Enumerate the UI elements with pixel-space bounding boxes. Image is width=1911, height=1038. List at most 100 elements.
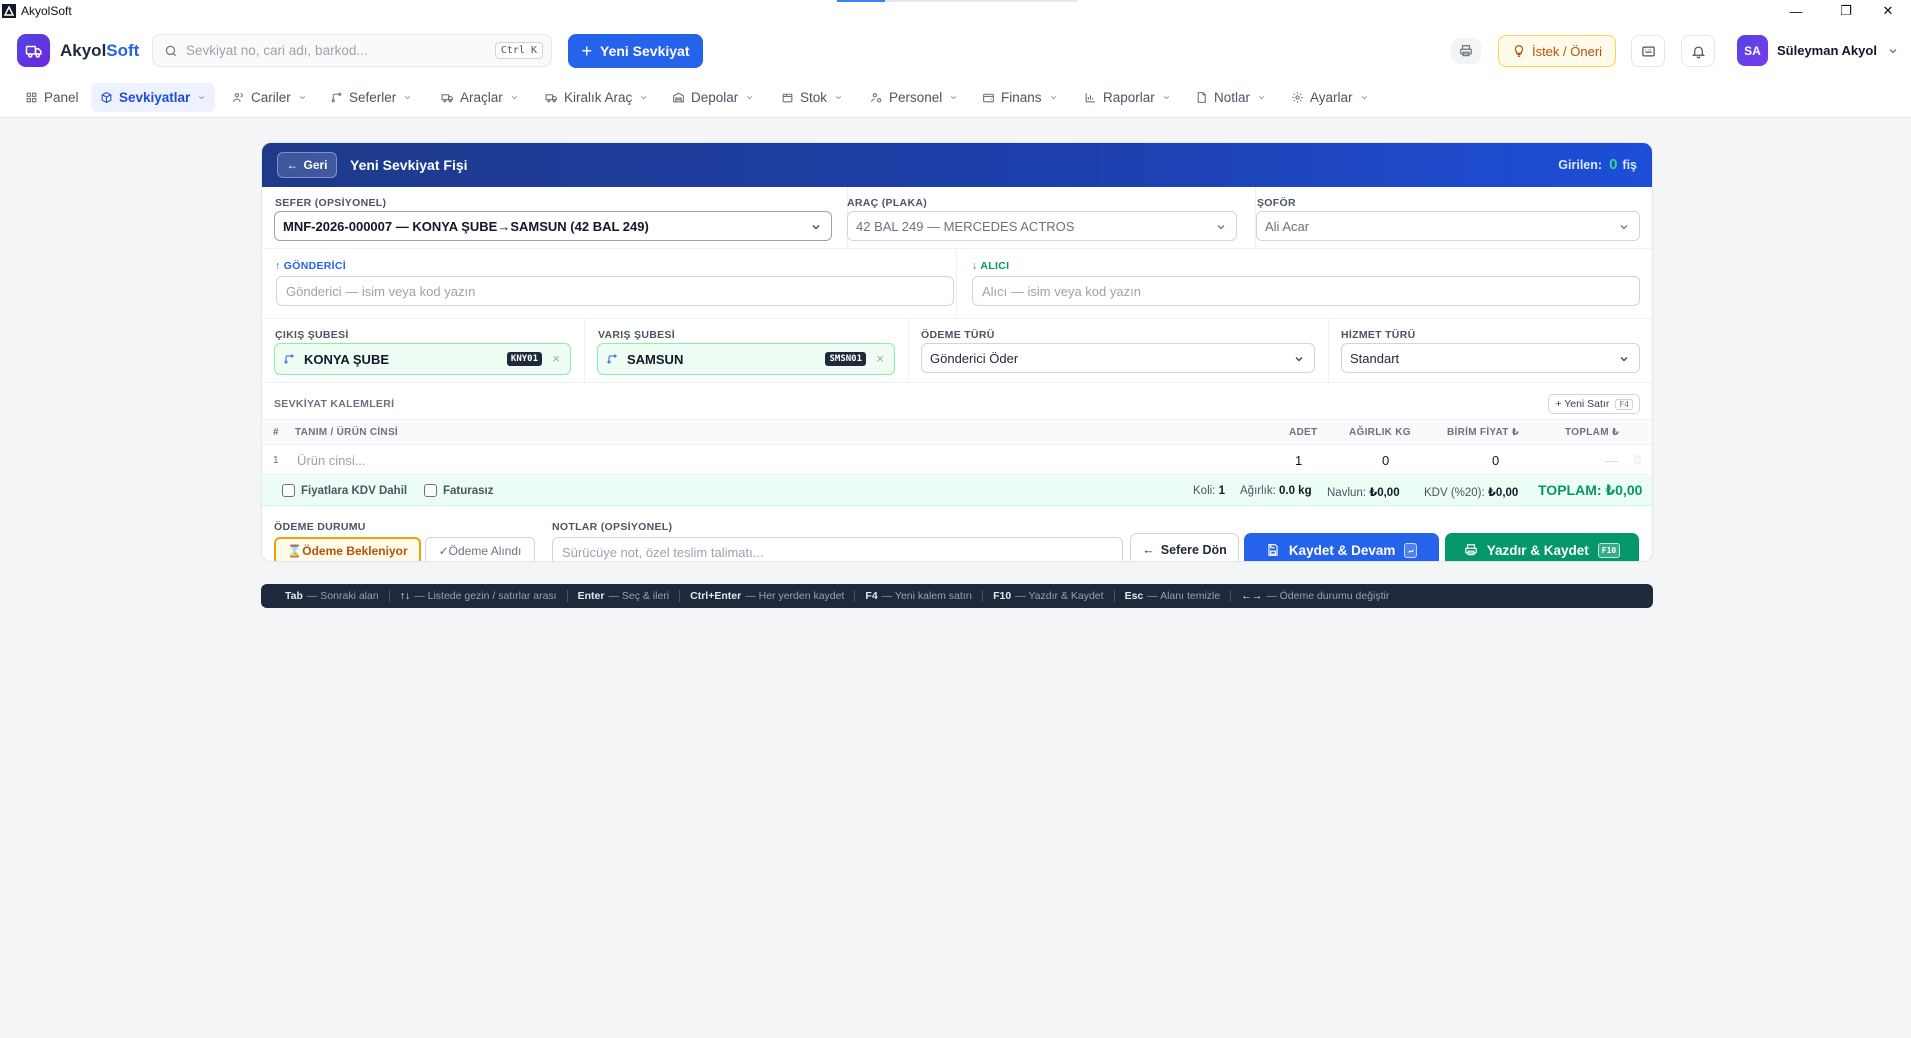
nav-item-label: Personel — [889, 90, 943, 105]
col-desc: TANIM / ÜRÜN CİNSİ — [295, 427, 398, 438]
total-weight: Ağırlık: 0.0 kg — [1240, 485, 1312, 497]
user-name: Süleyman Akyol — [1777, 43, 1877, 58]
dest-branch-field[interactable]: SAMSUN SMSN01 × — [597, 343, 895, 375]
trash-icon[interactable] — [1632, 454, 1643, 465]
notes-input[interactable]: Sürücüye not, özel teslim talimatı... — [552, 537, 1123, 561]
col-total: TOPLAM ₺ — [1565, 427, 1620, 438]
shortcut-hint: Tab — Sonraki alan — [285, 590, 400, 602]
clear-origin-icon[interactable]: × — [552, 351, 560, 366]
nav-item-raporlar[interactable]: Raporlar — [1075, 83, 1180, 112]
search-placeholder: Sevkiyat no, cari adı, barkod... — [186, 43, 368, 58]
grand-total: TOPLAM: ₺0,00 — [1538, 482, 1643, 498]
add-row-button[interactable]: + Yeni Satır F4 — [1548, 394, 1640, 414]
payment-type-select[interactable]: Gönderici Öder — [921, 343, 1315, 373]
package-icon — [782, 93, 793, 103]
nav-item-kiralık-araç[interactable]: Kiralık Araç — [536, 83, 657, 112]
shortcut-hint: Ctrl+Enter — Her yerden kaydet — [690, 590, 865, 602]
back-to-trip-button[interactable]: ← Sefere Dön — [1130, 533, 1239, 561]
origin-label: ÇIKIŞ ŞUBESİ — [275, 329, 349, 341]
table-row: 1 Ürün cinsi... 1 0 0 — — [262, 445, 1652, 475]
user-menu[interactable]: SA Süleyman Akyol — [1737, 35, 1899, 66]
origin-branch-field[interactable]: KONYA ŞUBE KNY01 × — [274, 343, 571, 375]
nav-item-cariler[interactable]: Cariler — [223, 83, 316, 112]
clear-dest-icon[interactable]: × — [876, 351, 884, 366]
vehicle-select[interactable]: 42 BAL 249 — MERCEDES ACTROS — [847, 211, 1237, 241]
nav-item-stok[interactable]: Stok — [772, 83, 852, 112]
chevron-down-icon — [1163, 95, 1169, 100]
nav-item-notlar[interactable]: Notlar — [1186, 83, 1275, 112]
nav-item-label: Ayarlar — [1310, 90, 1353, 105]
row-number: 1 — [273, 455, 279, 466]
vat-total: KDV (%20): ₺0,00 — [1424, 487, 1519, 499]
nav-item-label: Depolar — [691, 90, 739, 105]
item-weight-input[interactable]: 0 — [1382, 453, 1389, 468]
nav-item-ayarlar[interactable]: Ayarlar — [1282, 83, 1378, 112]
totals-bar: Fiyatlara KDV Dahil Faturasız Koli: 1 Ağ… — [262, 476, 1652, 506]
shortcut-hint: ↑↓ — Listede gezin / satırlar arası — [400, 590, 578, 602]
lightbulb-icon — [1514, 45, 1524, 57]
chevron-down-icon — [1295, 357, 1303, 362]
notifications-button[interactable] — [1681, 35, 1715, 67]
calculator-button[interactable] — [1631, 35, 1665, 67]
printer-status-button[interactable] — [1451, 38, 1481, 64]
title-bar: AkyolSoft — ❐ ✕ — [0, 0, 1911, 22]
item-desc-input[interactable]: Ürün cinsi... — [297, 453, 366, 468]
wallet-icon — [983, 93, 994, 103]
vat-included-checkbox[interactable]: Fiyatlara KDV Dahil — [282, 484, 407, 497]
trip-select[interactable]: MNF-2026-000007 — KONYA ŞUBE→SAMSUN (42 … — [274, 211, 832, 241]
restore-button[interactable]: ❐ — [1823, 0, 1869, 22]
brand[interactable]: AkyolSoft — [17, 34, 139, 67]
nav-item-label: Finans — [1001, 90, 1042, 105]
receiver-label: ↓ ALICI — [972, 260, 1010, 272]
payment-pending-button[interactable]: ⌛Ödeme Bekleniyor — [274, 537, 421, 561]
nav-item-label: Panel — [44, 90, 79, 105]
service-type-select[interactable]: Standart — [1341, 343, 1640, 373]
no-invoice-checkbox[interactable]: Faturasız — [424, 484, 494, 497]
nav-item-personel[interactable]: Personel — [861, 83, 967, 112]
shortcut-hint: ←→ — Ödeme durumu değiştir — [1241, 590, 1390, 602]
driver-select[interactable]: Ali Acar — [1256, 211, 1640, 241]
printer-icon — [1464, 544, 1477, 556]
global-search-input[interactable]: Sevkiyat no, cari adı, barkod... Ctrl K — [152, 34, 552, 67]
new-shipment-button[interactable]: + Yeni Sevkiyat — [568, 34, 703, 68]
item-qty-input[interactable]: 1 — [1295, 453, 1302, 468]
close-button[interactable]: ✕ — [1865, 0, 1911, 22]
notes-label: NOTLAR (OPSİYONEL) — [552, 521, 673, 533]
shortcut-hint: F4— Yeni kalem satırı — [865, 590, 993, 602]
nav-item-label: Kiralık Araç — [564, 90, 633, 105]
nav-item-panel[interactable]: Panel — [16, 83, 88, 112]
chevron-down-icon — [1361, 95, 1367, 100]
minimize-button[interactable]: — — [1773, 0, 1819, 22]
chevron-down-icon — [199, 95, 205, 100]
payment-received-button[interactable]: ✓Ödeme Alındı — [425, 537, 535, 561]
nav-item-depolar[interactable]: Depolar — [663, 83, 763, 112]
chevron-down-icon — [1258, 95, 1265, 100]
nav-item-finans[interactable]: Finans — [973, 83, 1067, 112]
items-table-header: # TANIM / ÜRÜN CİNSİ ADET AĞIRLIK KG BİR… — [262, 419, 1652, 445]
receiver-input[interactable]: Alıcı — isim veya kod yazın — [972, 276, 1640, 306]
col-qty: ADET — [1289, 427, 1318, 438]
nav-item-label: Seferler — [349, 90, 397, 105]
chevron-down-icon — [299, 95, 305, 100]
save-continue-button[interactable]: Kaydet & Devam ↵ — [1244, 533, 1439, 561]
payment-status-label: ÖDEME DURUMU — [274, 521, 366, 533]
service-type-label: HİZMET TÜRÜ — [1341, 329, 1416, 341]
trip-label: SEFER (OPSİYONEL) — [275, 197, 387, 209]
nav-item-label: Cariler — [251, 90, 291, 105]
driver-label: ŞOFÖR — [1257, 197, 1296, 209]
vehicle-label: ARAÇ (PLAKA) — [847, 197, 928, 209]
print-save-button[interactable]: Yazdır & Kaydet F10 — [1445, 533, 1639, 561]
chevron-down-icon — [747, 95, 753, 100]
nav-item-seferler[interactable]: Seferler — [321, 83, 421, 112]
freight-total: Navlun: ₺0,00 — [1327, 487, 1400, 499]
nav-item-label: Notlar — [1214, 90, 1251, 105]
suggestion-button[interactable]: İstek / Öneri — [1498, 35, 1616, 67]
keyboard-hints-bar: Tab — Sonraki alan ↑↓ — Listede gezin / sat… — [261, 584, 1653, 608]
nav-item-araçlar[interactable]: Araçlar — [432, 83, 528, 112]
item-unit-price-input[interactable]: 0 — [1492, 453, 1499, 468]
nav-item-sevkiyatlar[interactable]: Sevkiyatlar — [91, 83, 216, 112]
trip-row: SEFER (OPSİYONEL) MNF-2026-000007 — KONY… — [262, 187, 1652, 249]
chevron-down-icon — [1050, 95, 1056, 100]
back-button[interactable]: ← Geri — [277, 152, 337, 178]
sender-input[interactable]: Gönderici — isim veya kod yazın — [276, 276, 954, 306]
